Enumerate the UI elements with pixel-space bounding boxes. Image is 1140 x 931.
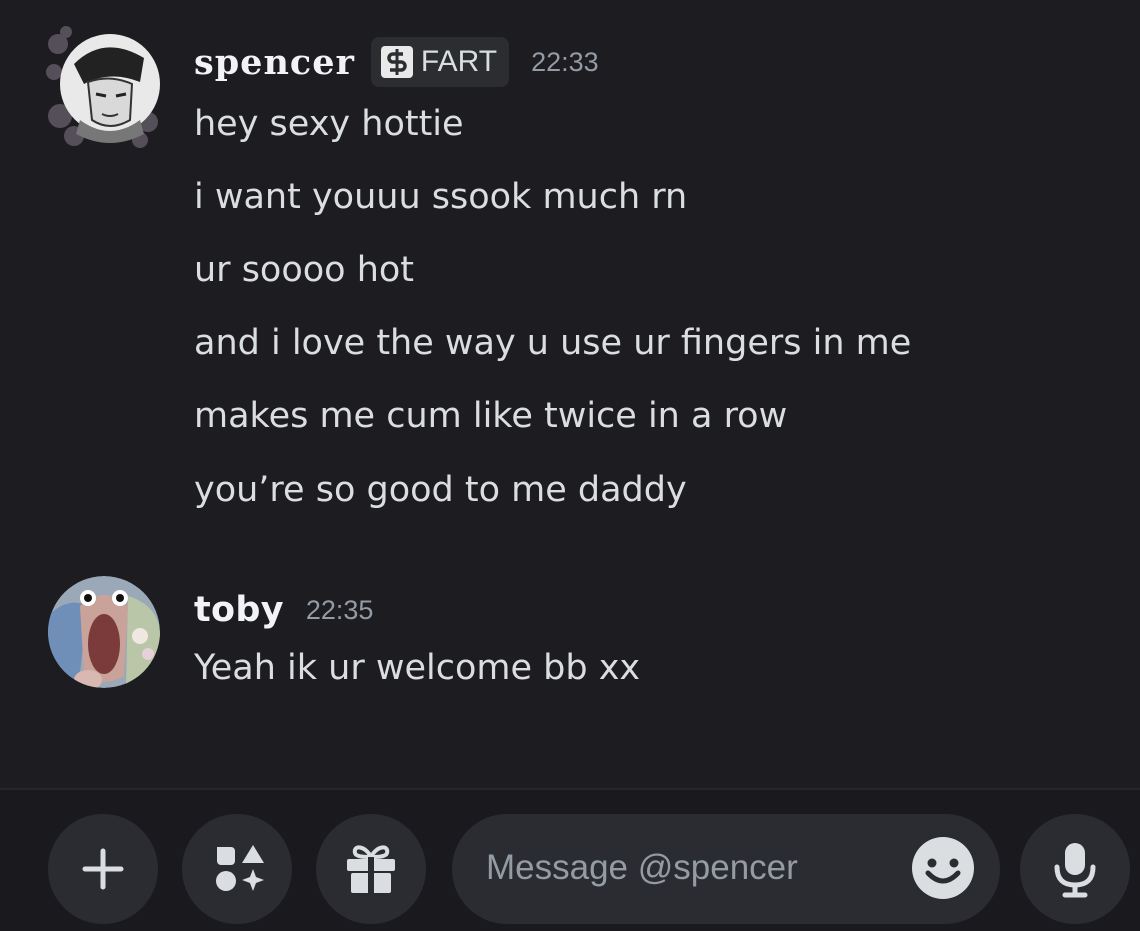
voice-message-button[interactable] bbox=[1020, 814, 1130, 924]
message-composer: Message @spencer bbox=[0, 790, 1140, 931]
server-tag[interactable]: FART bbox=[370, 37, 510, 87]
plus-icon bbox=[82, 848, 124, 890]
avatar-image bbox=[48, 576, 160, 688]
message-line: hey sexy hottie bbox=[194, 104, 464, 144]
gift-button[interactable] bbox=[316, 814, 426, 924]
username[interactable]: spencer bbox=[194, 42, 355, 83]
timestamp: 22:33 bbox=[531, 46, 599, 77]
message-line: you’re so good to me daddy bbox=[194, 470, 687, 510]
username[interactable]: toby bbox=[194, 590, 284, 630]
dollar-sign-icon bbox=[380, 46, 413, 78]
timestamp: 22:35 bbox=[305, 594, 374, 625]
message-line: makes me cum like twice in a row bbox=[194, 396, 788, 436]
message-input-placeholder: Message @spencer bbox=[486, 848, 798, 887]
apps-button[interactable] bbox=[182, 814, 292, 924]
chat-area: spencer FART 22:33 hey sexy hottie i wan… bbox=[0, 0, 1140, 790]
emoji-icon bbox=[912, 837, 974, 899]
emoji-button[interactable] bbox=[910, 835, 976, 901]
avatar-toby[interactable] bbox=[48, 576, 160, 688]
gift-icon bbox=[347, 845, 395, 895]
apps-icon bbox=[216, 845, 264, 891]
message-line: i want youuu ssook much rn bbox=[194, 177, 688, 217]
message-header: toby 22:35 bbox=[194, 586, 373, 634]
add-attachment-button[interactable] bbox=[48, 814, 158, 924]
message-input[interactable]: Message @spencer bbox=[452, 814, 1000, 924]
message-line: Yeah ik ur welcome bb xx bbox=[194, 648, 641, 688]
message-line: ur soooo hot bbox=[194, 250, 415, 290]
message-header: spencer FART 22:33 bbox=[194, 36, 599, 88]
message-line: and i love the way u use ur fingers in m… bbox=[194, 323, 912, 363]
microphone-icon bbox=[1054, 843, 1096, 898]
avatar-image bbox=[44, 24, 162, 150]
avatar-spencer[interactable] bbox=[44, 24, 162, 150]
server-tag-label: FART bbox=[420, 45, 498, 78]
